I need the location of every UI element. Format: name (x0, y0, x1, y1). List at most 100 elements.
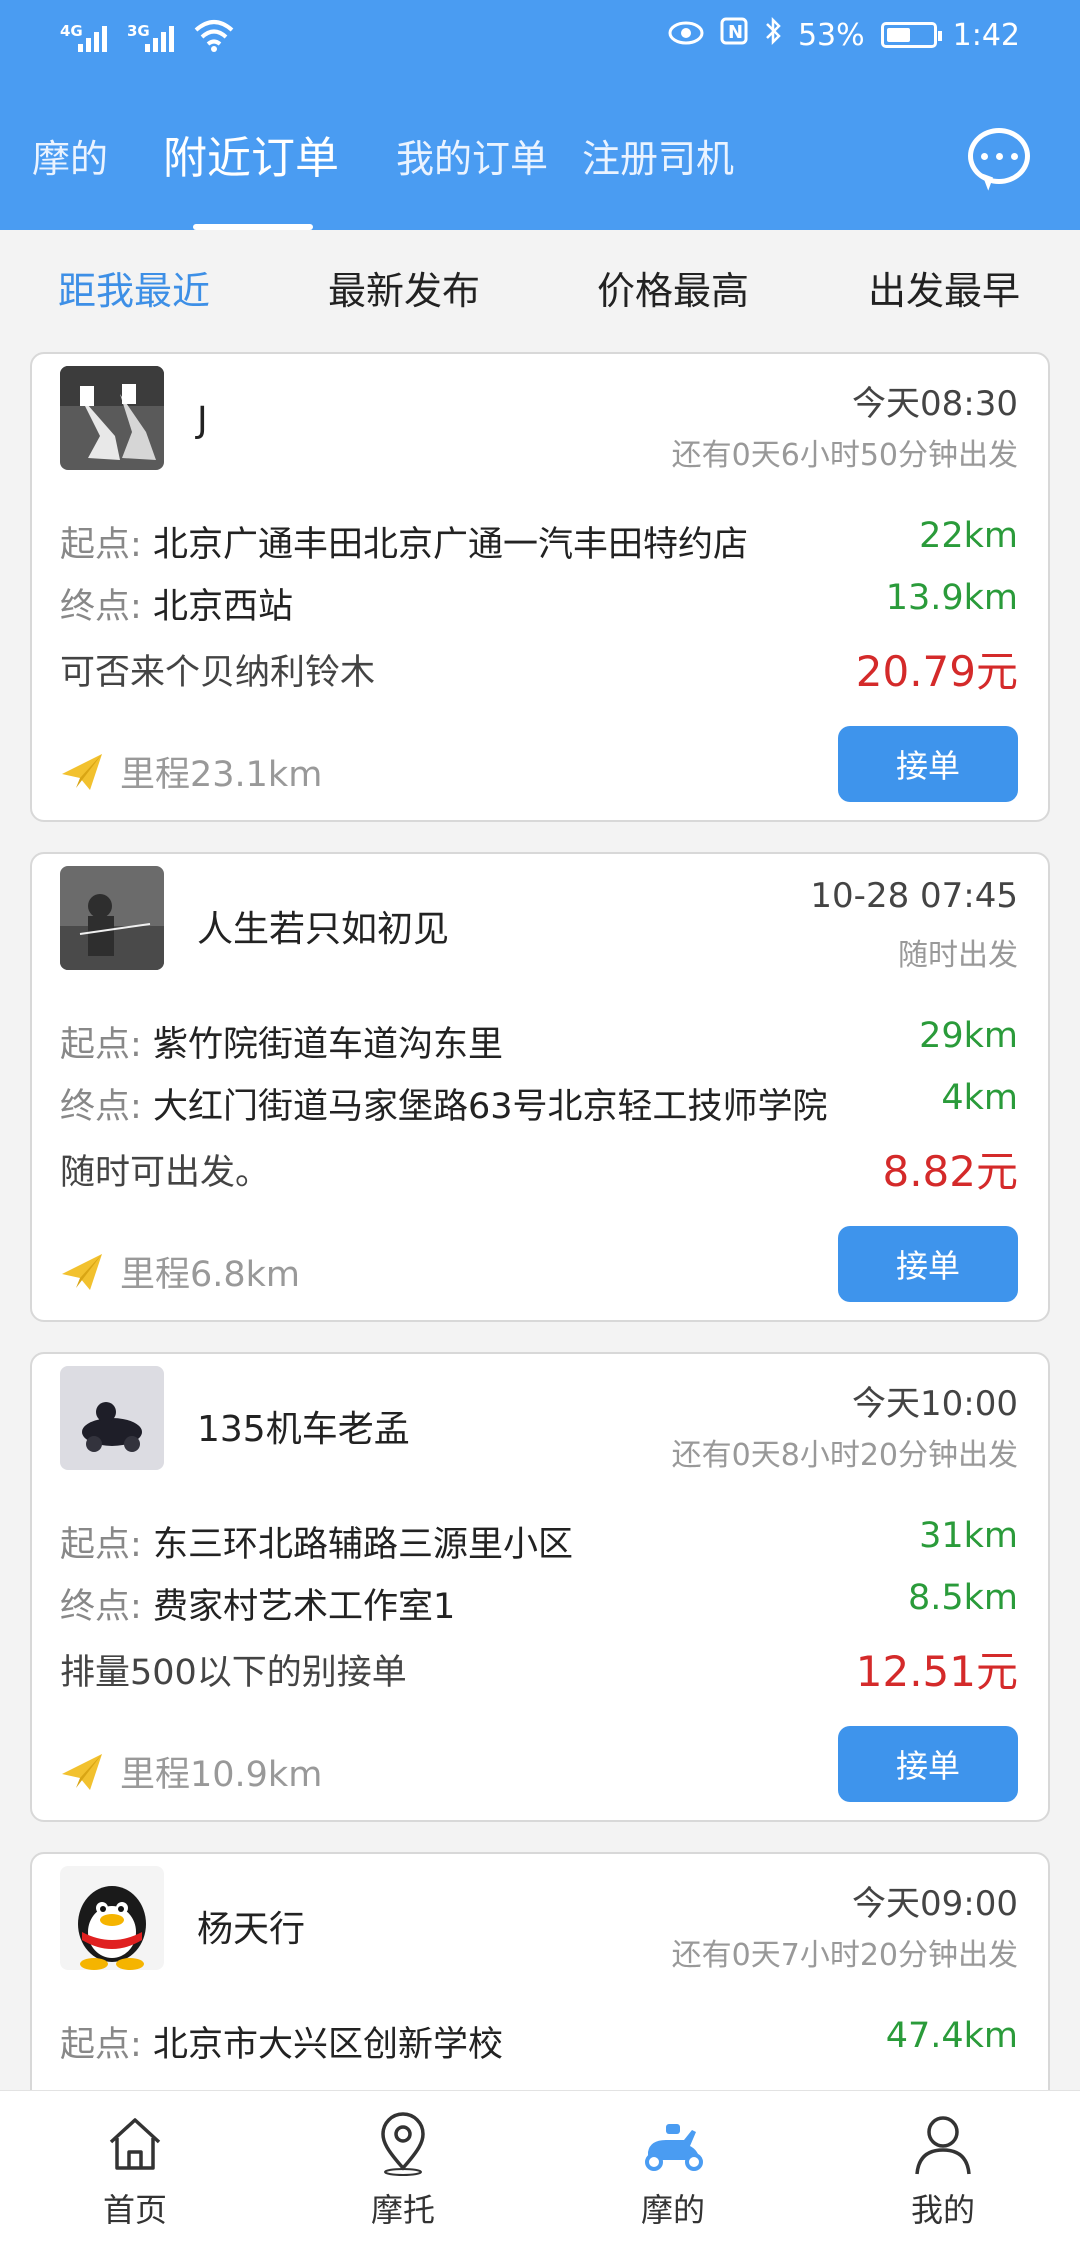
scooter-icon (593, 2109, 753, 2179)
user-name: 135机车老孟 (197, 1409, 410, 1450)
clock: 1:42 (952, 17, 1020, 53)
start-distance: 47.4km (885, 2016, 1018, 2056)
user-icon (863, 2109, 1023, 2179)
paper-plane-icon (62, 1753, 102, 1790)
start-row: 起点: 北京广通丰田北京广通一汽丰田特约店 22km (60, 516, 1018, 566)
start-label: 起点: (60, 525, 142, 565)
battery-icon (880, 22, 942, 48)
mileage-info: 里程23.1km (60, 746, 322, 797)
mileage-text: 里程10.9km (120, 1755, 323, 1795)
avatar (60, 1366, 164, 1470)
bluetooth-icon (764, 16, 782, 54)
order-time: 10-28 07:45 (810, 876, 1018, 916)
start-label: 起点: (60, 1525, 142, 1565)
order-price: 20.79元 (855, 647, 1018, 696)
paper-plane-icon (62, 1253, 102, 1290)
end-label: 终点: (60, 587, 142, 627)
home-icon (55, 2109, 215, 2179)
nav-me-label: 我的 (910, 2191, 975, 2229)
nav-taxi[interactable]: 摩的 (593, 2109, 753, 2231)
nav-moto-label: 摩托 (370, 2191, 435, 2229)
end-row: 终点: 大红门街道马家堡路63号北京轻工技师学院 4km (60, 1078, 1018, 1128)
mileage-text: 里程23.1km (120, 755, 323, 795)
accept-order-button[interactable]: 接单 (838, 1726, 1018, 1802)
end-distance: 8.5km (907, 1578, 1018, 1618)
signal-3g-icon: 3G (127, 22, 174, 52)
network-type-1: 4G (60, 22, 83, 40)
nav-taxi-label: 摩的 (640, 2191, 705, 2229)
departure-countdown: 还有0天8小时20分钟出发 (671, 1438, 1018, 1473)
sort-earliest-departure[interactable]: 出发最早 (868, 260, 1020, 315)
accept-order-button[interactable]: 接单 (838, 1226, 1018, 1302)
order-time: 今天10:00 (852, 1384, 1018, 1424)
battery-percent: 53% (797, 17, 865, 53)
sort-highest-price[interactable]: 价格最高 (597, 260, 749, 315)
nav-home-label: 首页 (102, 2191, 167, 2229)
signal-4g-icon: 4G (60, 22, 107, 52)
order-time: 今天09:00 (852, 1884, 1018, 1924)
order-price: 12.51元 (855, 1647, 1018, 1696)
order-time: 今天08:30 (852, 384, 1018, 424)
nav-me[interactable]: 我的 (863, 2109, 1023, 2231)
start-distance: 29km (919, 1016, 1018, 1056)
wifi-icon (194, 18, 234, 52)
start-row: 起点: 东三环北路辅路三源里小区 31km (60, 1516, 1018, 1566)
departure-countdown: 还有0天7小时20分钟出发 (671, 1938, 1018, 1973)
eye-comfort-icon (668, 18, 704, 53)
user-name: 人生若只如初见 (197, 909, 450, 950)
tab-my-orders[interactable]: 我的订单 (396, 128, 548, 183)
order-remark: 排量500以下的别接单 (60, 1653, 407, 1693)
start-distance: 31km (919, 1516, 1018, 1556)
app-header: 4G 3G N 53% 1:42 摩的 附近订单 我的订单 注册司机 (0, 0, 1080, 230)
start-address: 北京市大兴区创新学校 (152, 2025, 503, 2065)
avatar (60, 866, 164, 970)
order-card[interactable]: J 今天08:30 还有0天6小时50分钟出发 起点: 北京广通丰田北京广通一汽… (30, 352, 1050, 822)
network-type-2: 3G (127, 22, 150, 40)
nav-home[interactable]: 首页 (55, 2109, 215, 2231)
order-remark: 可否来个贝纳利铃木 (60, 653, 376, 693)
start-row: 起点: 紫竹院街道车道沟东里 29km (60, 1016, 1018, 1066)
mileage-text: 里程6.8km (120, 1255, 301, 1295)
user-name: J (197, 400, 208, 441)
chat-bubble-icon[interactable] (968, 128, 1030, 184)
end-row: 终点: 费家村艺术工作室1 8.5km (60, 1578, 1018, 1628)
sort-newest[interactable]: 最新发布 (328, 260, 480, 315)
start-row: 起点: 北京市大兴区创新学校 47.4km (60, 2016, 1018, 2066)
start-distance: 22km (919, 516, 1018, 556)
sort-bar: 距我最近 最新发布 价格最高 出发最早 (0, 230, 1080, 350)
end-label: 终点: (60, 1587, 142, 1627)
order-card[interactable]: 人生若只如初见 10-28 07:45 随时出发 起点: 紫竹院街道车道沟东里 … (30, 852, 1050, 1322)
mileage-info: 里程6.8km (60, 1246, 300, 1297)
end-address: 费家村艺术工作室1 (152, 1587, 456, 1627)
nav-moto[interactable]: 摩托 (323, 2109, 483, 2231)
status-bar: 4G 3G N 53% 1:42 (0, 0, 1080, 80)
tab-register-driver[interactable]: 注册司机 (582, 128, 734, 183)
tab-nearby-orders[interactable]: 附近订单 (163, 122, 339, 186)
start-label: 起点: (60, 2025, 142, 2065)
bottom-nav: 首页 摩托 摩的 我的 (0, 2090, 1080, 2244)
order-remark: 随时可出发。 (60, 1153, 271, 1193)
order-price: 8.82元 (882, 1147, 1018, 1196)
start-address: 北京广通丰田北京广通一汽丰田特约店 (152, 525, 748, 565)
avatar (60, 1866, 164, 1970)
map-pin-icon (323, 2109, 483, 2179)
end-distance: 13.9km (885, 578, 1018, 618)
tab-moto-taxi[interactable]: 摩的 (32, 128, 108, 183)
user-name: 杨天行 (197, 1909, 306, 1950)
start-address: 东三环北路辅路三源里小区 (152, 1525, 573, 1565)
svg-text:N: N (728, 22, 743, 43)
nfc-icon: N (720, 17, 748, 53)
top-tabs: 摩的 附近订单 我的订单 注册司机 (0, 118, 1080, 230)
end-label: 终点: (60, 1087, 142, 1127)
end-distance: 4km (941, 1078, 1018, 1118)
mileage-info: 里程10.9km (60, 1746, 322, 1797)
end-address: 大红门街道马家堡路63号北京轻工技师学院 (152, 1087, 828, 1127)
end-row: 终点: 北京西站 13.9km (60, 578, 1018, 628)
order-card[interactable]: 135机车老孟 今天10:00 还有0天8小时20分钟出发 起点: 东三环北路辅… (30, 1352, 1050, 1822)
avatar (60, 366, 164, 470)
paper-plane-icon (62, 753, 102, 790)
sort-nearest[interactable]: 距我最近 (58, 260, 210, 315)
departure-countdown: 随时出发 (898, 938, 1018, 973)
start-label: 起点: (60, 1025, 142, 1065)
accept-order-button[interactable]: 接单 (838, 726, 1018, 802)
